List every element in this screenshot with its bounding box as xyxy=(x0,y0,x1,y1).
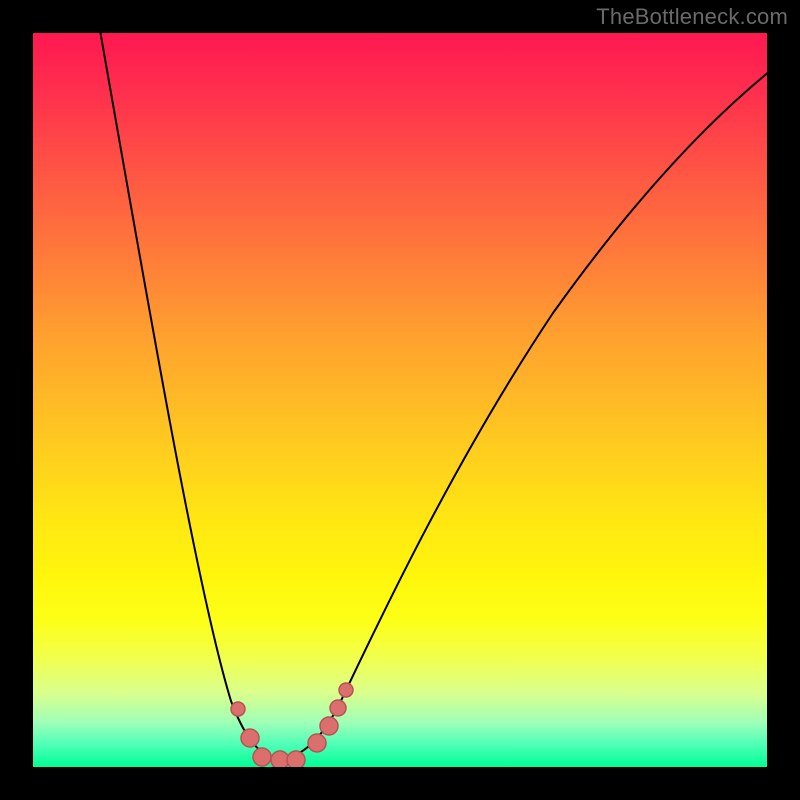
data-marker xyxy=(271,751,289,767)
bottleneck-curve xyxy=(97,33,767,759)
data-marker xyxy=(320,717,338,735)
data-marker xyxy=(253,748,271,766)
data-marker xyxy=(308,734,326,752)
chart-frame: TheBottleneck.com xyxy=(0,0,800,800)
data-marker xyxy=(339,683,353,697)
data-marker xyxy=(241,729,259,747)
plot-area xyxy=(33,33,767,767)
data-marker xyxy=(231,702,245,716)
data-marker xyxy=(330,700,346,716)
data-marker xyxy=(287,751,305,767)
marker-group xyxy=(231,683,353,767)
curve-layer xyxy=(33,33,767,767)
watermark-text: TheBottleneck.com xyxy=(596,4,788,30)
